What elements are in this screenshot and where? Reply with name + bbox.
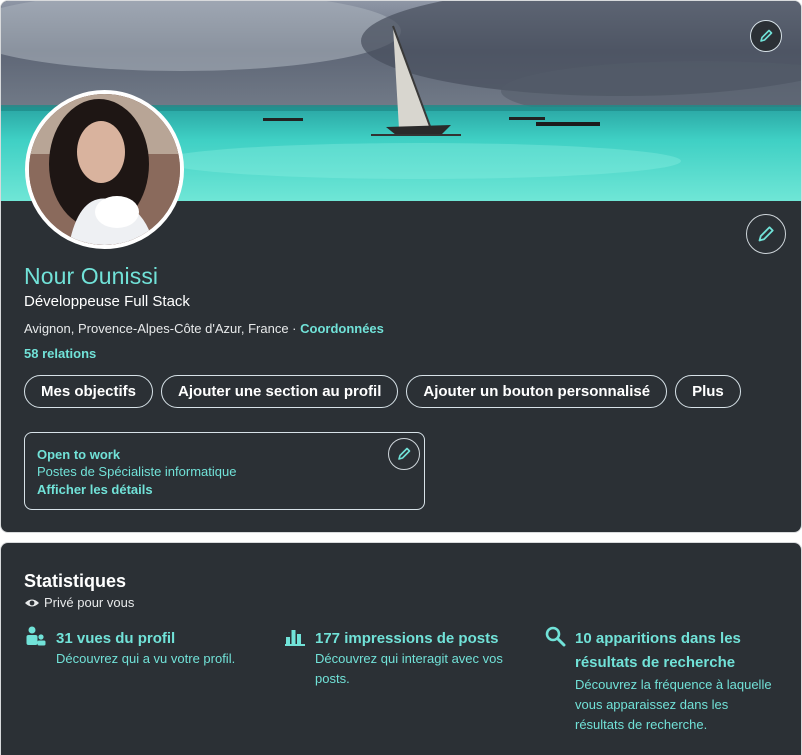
open-to-work-subtitle: Postes de Spécialiste informatique	[37, 464, 237, 479]
separator-dot: ·	[288, 321, 301, 336]
edit-banner-button[interactable]	[750, 20, 782, 52]
statistics-title: Statistiques	[24, 571, 127, 591]
pencil-icon	[398, 447, 411, 460]
stat-title-line-1: 10 apparitions dans les	[575, 630, 741, 647]
people-icon	[25, 625, 47, 647]
stat-description-line-1: Découvrez la fréquence à laquelle	[575, 677, 772, 692]
open-to-work-card[interactable]: Open to work Postes de Spécialiste infor…	[24, 432, 425, 510]
show-details-link[interactable]: Afficher les détails	[37, 480, 412, 499]
stat-description-line-2: posts.	[315, 671, 350, 686]
stat-title: 177 impressions de posts	[315, 630, 499, 647]
profile-location-line: Avignon, Provence-Alpes-Côte d'Azur, Fra…	[24, 321, 384, 336]
stat-description-line-2: vous apparaissez dans les	[575, 697, 729, 712]
stat-title-line-2: résultats de recherche	[575, 654, 736, 671]
privacy-note: Privé pour vous	[24, 595, 134, 610]
open-to-work-title: Open to work	[37, 447, 121, 462]
profile-card: Nour Ounissi Développeuse Full Stack Avi…	[0, 0, 802, 533]
profile-actions: Mes objectifs Ajouter une section au pro…	[24, 375, 741, 408]
pencil-icon	[758, 226, 774, 242]
stat-description-line-1: Découvrez qui interagit avec vos	[315, 651, 503, 666]
contact-info-link[interactable]: Coordonnées	[300, 321, 384, 336]
profile-name: Nour Ounissi	[24, 263, 159, 289]
pencil-icon	[760, 29, 773, 42]
profile-location: Avignon, Provence-Alpes-Côte d'Azur, Fra…	[24, 321, 289, 336]
bar-chart-icon	[284, 625, 306, 647]
privacy-label: Privé pour vous	[44, 595, 135, 610]
profile-headline: Développeuse Full Stack	[24, 293, 190, 310]
search-icon	[544, 625, 566, 647]
edit-open-to-work-button[interactable]	[388, 438, 420, 470]
edit-intro-button[interactable]	[746, 214, 786, 254]
relations-link[interactable]: 58 relations	[24, 346, 96, 361]
avatar-photo	[29, 94, 180, 245]
my-goals-button[interactable]: Mes objectifs	[24, 375, 154, 408]
statistics-card: Statistiques Privé pour vous 31 vues du …	[0, 542, 802, 755]
eye-icon	[25, 599, 39, 606]
avatar[interactable]	[25, 90, 184, 249]
stat-description: Découvrez qui a vu votre profil.	[56, 651, 236, 666]
more-button[interactable]: Plus	[675, 375, 741, 408]
add-custom-button-button[interactable]: Ajouter un bouton personnalisé	[406, 375, 668, 408]
stat-description-line-3: résultats de recherche.	[575, 717, 708, 732]
add-profile-section-button[interactable]: Ajouter une section au profil	[161, 375, 399, 408]
stat-title: 31 vues du profil	[56, 630, 176, 647]
